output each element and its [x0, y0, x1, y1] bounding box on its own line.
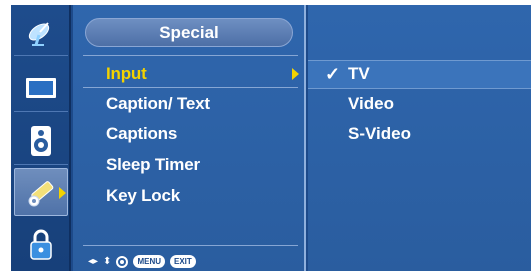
menu-title: Special — [85, 18, 293, 47]
submenu-arrow-icon — [292, 68, 299, 80]
menu-item-key-lock[interactable]: Key Lock — [106, 186, 180, 206]
special-tools-icon[interactable] — [14, 168, 68, 216]
submenu-panel: ✓ TV Video S-Video — [308, 5, 531, 271]
submenu-option-tv[interactable]: TV — [348, 64, 370, 84]
lock-icon[interactable] — [14, 221, 68, 269]
divider — [83, 87, 298, 88]
submenu-selection-highlight — [308, 60, 531, 89]
divider — [83, 245, 298, 246]
checkmark-icon: ✓ — [325, 64, 341, 84]
speaker-icon[interactable] — [14, 117, 68, 165]
submenu-option-video[interactable]: Video — [348, 94, 394, 114]
menu-item-caption-text[interactable]: Caption/ Text — [106, 94, 210, 114]
main-menu-panel: Special Input Caption/ Text Captions Sle… — [73, 5, 306, 271]
menu-item-input[interactable]: Input — [106, 64, 147, 84]
divider — [83, 55, 298, 56]
exit-key-badge: EXIT — [170, 255, 196, 268]
screen-icon[interactable] — [14, 64, 68, 112]
category-sidebar — [11, 5, 71, 271]
osd-menu: Special Input Caption/ Text Captions Sle… — [11, 5, 531, 271]
submenu-option-s-video[interactable]: S-Video — [348, 124, 411, 144]
active-category-arrow-icon — [59, 187, 66, 199]
satellite-dish-icon[interactable] — [14, 8, 68, 56]
menu-key-badge: MENU — [133, 255, 165, 268]
up-down-arrows-icon: ⬍ — [103, 256, 112, 267]
left-right-arrows-icon: ◂▸ — [88, 256, 99, 267]
menu-item-sleep-timer[interactable]: Sleep Timer — [106, 155, 200, 175]
ok-button-icon — [116, 255, 129, 268]
navigation-hint: ◂▸ ⬍ MENU EXIT — [88, 255, 196, 268]
menu-item-captions[interactable]: Captions — [106, 124, 177, 144]
